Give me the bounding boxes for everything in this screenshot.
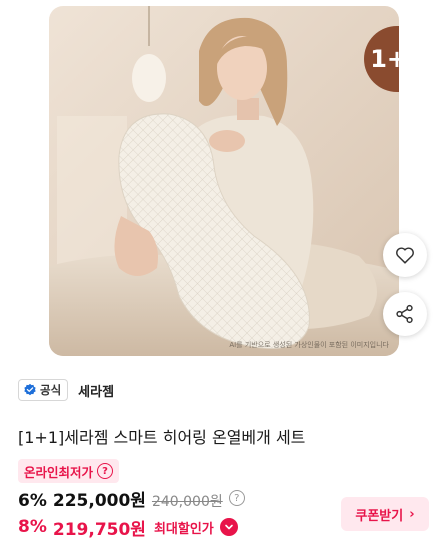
official-badge: 공식 — [18, 379, 69, 401]
chevron-right-icon: › — [409, 506, 415, 522]
help-icon[interactable]: ? — [97, 463, 114, 479]
chevron-down-icon — [224, 524, 233, 530]
verified-check-icon — [24, 383, 36, 396]
like-button[interactable] — [383, 233, 427, 277]
chevron-down-circle-icon[interactable] — [219, 518, 238, 536]
original-price: 240,000원 — [151, 494, 223, 510]
get-coupon-button[interactable]: 쿠폰받기 › — [341, 497, 429, 531]
ai-disclaimer-caption: AI를 기반으로 생성된 가상인물이 포함된 이미지입니다 — [229, 341, 389, 349]
brand-name-link[interactable]: 세라젬 — [78, 381, 114, 400]
product-title: [1+1]세라젬 스마트 히어링 온열베개 세트 — [18, 428, 306, 447]
product-image[interactable]: 1+1 AI를 기반으로 생성된 가상인물이 포함된 이미지입니다 — [49, 6, 399, 356]
price-help-icon[interactable]: ? — [228, 490, 245, 506]
online-lowest-price-badge[interactable]: 온라인최저가 ? — [18, 459, 120, 483]
brand-row: 공식 세라젬 — [18, 379, 114, 401]
share-button[interactable] — [383, 292, 427, 336]
official-label: 공식 — [40, 383, 62, 397]
coupon-label: 쿠폰받기 — [355, 508, 404, 524]
max-discount-price-row[interactable]: 8% 219,750원 최대할인가 — [18, 514, 238, 540]
share-icon — [396, 304, 413, 324]
discount-percent: 6% — [18, 491, 47, 511]
sale-price: 225,000원 — [52, 491, 146, 511]
heart-icon — [396, 247, 414, 264]
product-photo — [49, 6, 399, 356]
max-discount-label: 최대할인가 — [153, 521, 214, 537]
max-discount-price: 219,750원 — [52, 519, 146, 540]
max-discount-percent: 8% — [18, 517, 47, 537]
sale-price-row: 6% 225,000원 240,000원 ? — [18, 486, 245, 511]
lowest-price-label: 온라인최저가 — [24, 464, 94, 480]
